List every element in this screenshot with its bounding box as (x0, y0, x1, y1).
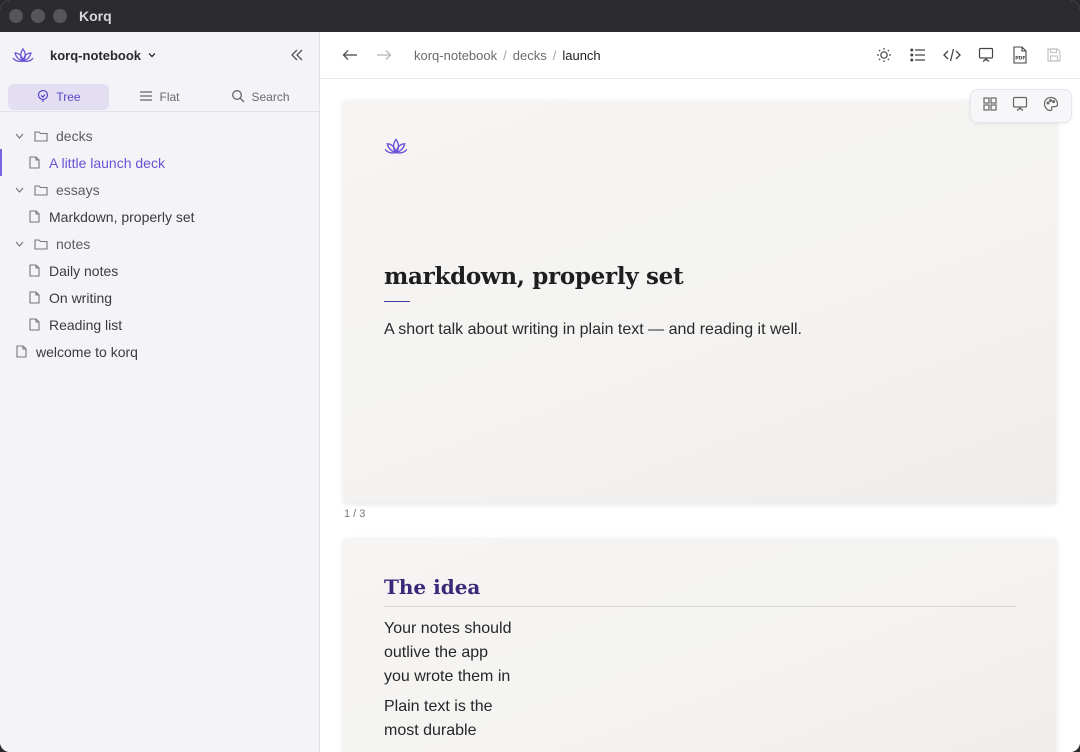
window-title: Korq (79, 8, 112, 24)
tree-icon (36, 89, 50, 106)
tree-file-daily-notes[interactable]: Daily notes (0, 257, 319, 284)
folder-icon (34, 237, 48, 251)
grid-view-icon[interactable] (983, 96, 997, 116)
tree-file-welcome[interactable]: welcome to korq (0, 338, 319, 365)
forward-arrow-icon[interactable] (374, 45, 394, 65)
tree-folder-notes[interactable]: notes (0, 230, 319, 257)
collapse-sidebar-icon[interactable] (287, 45, 307, 65)
caret-down-icon[interactable] (14, 185, 24, 195)
outline-icon[interactable] (908, 45, 928, 65)
title-rule (384, 301, 410, 302)
slide-2[interactable]: The idea Your notes should outlive the a… (344, 539, 1056, 752)
source-code-icon[interactable] (942, 45, 962, 65)
present-icon[interactable] (1012, 96, 1028, 117)
sidebar: korq-notebook Tree Flat Search decks A l… (0, 32, 320, 752)
breadcrumb-current: launch (562, 47, 601, 63)
tree-item-label: On writing (49, 289, 113, 306)
tab-tree-label: Tree (56, 90, 81, 104)
slide-paragraph: Plain text is the most durable (384, 698, 493, 739)
slide-subtitle: A short talk about writing in plain text… (384, 321, 802, 338)
tree-item-label: Markdown, properly set (49, 208, 195, 225)
folder-icon (34, 129, 48, 143)
palette-icon[interactable] (1043, 96, 1059, 117)
slide-1[interactable]: markdown, properly set A short talk abou… (344, 101, 1056, 503)
lotus-logo-icon (384, 137, 408, 157)
breadcrumb-folder[interactable]: decks (513, 48, 547, 63)
chevron-down-icon[interactable] (147, 50, 157, 60)
tree-file-reading-list[interactable]: Reading list (0, 311, 319, 338)
present-icon[interactable] (976, 45, 996, 65)
pdf-export-icon[interactable]: PDF (1010, 45, 1030, 65)
title-rule (384, 606, 1016, 607)
tree-item-label: welcome to korq (36, 343, 138, 360)
slide-paragraph: Your notes should outlive the app you wr… (384, 620, 512, 685)
close-window-button[interactable] (9, 9, 23, 23)
file-icon (27, 318, 41, 332)
tree-item-label: notes (56, 235, 91, 252)
tree-file-on-writing[interactable]: On writing (0, 284, 319, 311)
tab-flat[interactable]: Flat (109, 84, 210, 110)
tree-item-label: A little launch deck (49, 154, 165, 171)
tab-search-label: Search (251, 90, 290, 104)
slide-title: The idea (384, 575, 481, 599)
zoom-window-button[interactable] (53, 9, 67, 23)
slide-counter: 1 / 3 (344, 508, 366, 520)
slide-canvas: markdown, properly set A short talk abou… (320, 79, 1080, 752)
tree-item-label: essays (56, 181, 100, 198)
tab-search[interactable]: Search (210, 84, 311, 110)
lotus-logo-icon (12, 44, 34, 66)
minimize-window-button[interactable] (31, 9, 45, 23)
save-icon[interactable] (1044, 45, 1064, 65)
title-bar: Korq (0, 0, 1080, 32)
breadcrumb: korq-notebook / decks / launch (414, 47, 601, 63)
view-mode-tabs: Tree Flat Search (0, 78, 319, 112)
app-window: Korq korq-notebook Tree Flat Search deck… (0, 0, 1080, 752)
file-icon (27, 210, 41, 224)
tree-item-label: Reading list (49, 316, 123, 333)
file-icon (27, 264, 41, 278)
file-icon (14, 345, 28, 359)
tree-folder-decks[interactable]: decks (0, 122, 319, 149)
folder-icon (34, 183, 48, 197)
back-arrow-icon[interactable] (340, 45, 360, 65)
main-pane: korq-notebook / decks / launch PDF markd… (320, 32, 1080, 752)
tree-item-label: decks (56, 127, 93, 144)
tab-tree[interactable]: Tree (8, 84, 109, 110)
file-icon (27, 291, 41, 305)
svg-text:PDF: PDF (1015, 56, 1025, 62)
tab-flat-label: Flat (159, 90, 180, 104)
slide-tools (970, 89, 1072, 123)
notebook-switcher[interactable]: korq-notebook (50, 48, 141, 63)
caret-down-icon[interactable] (14, 131, 24, 141)
file-icon (27, 156, 41, 170)
tree-folder-essays[interactable]: essays (0, 176, 319, 203)
slide-title: markdown, properly set (384, 263, 684, 290)
toolbar: korq-notebook / decks / launch PDF (320, 32, 1080, 79)
theme-sun-icon[interactable] (874, 45, 894, 65)
slide-body: Your notes should outlive the app you wr… (384, 617, 514, 749)
tree-file-markdown[interactable]: Markdown, properly set (0, 203, 319, 230)
caret-down-icon[interactable] (14, 239, 24, 249)
file-tree: decks A little launch deck essays Markdo… (0, 112, 319, 365)
breadcrumb-notebook[interactable]: korq-notebook (414, 48, 497, 63)
list-icon (139, 90, 153, 105)
tree-item-label: Daily notes (49, 262, 119, 279)
tree-file-launch-deck[interactable]: A little launch deck (0, 149, 319, 176)
search-icon (231, 89, 245, 106)
